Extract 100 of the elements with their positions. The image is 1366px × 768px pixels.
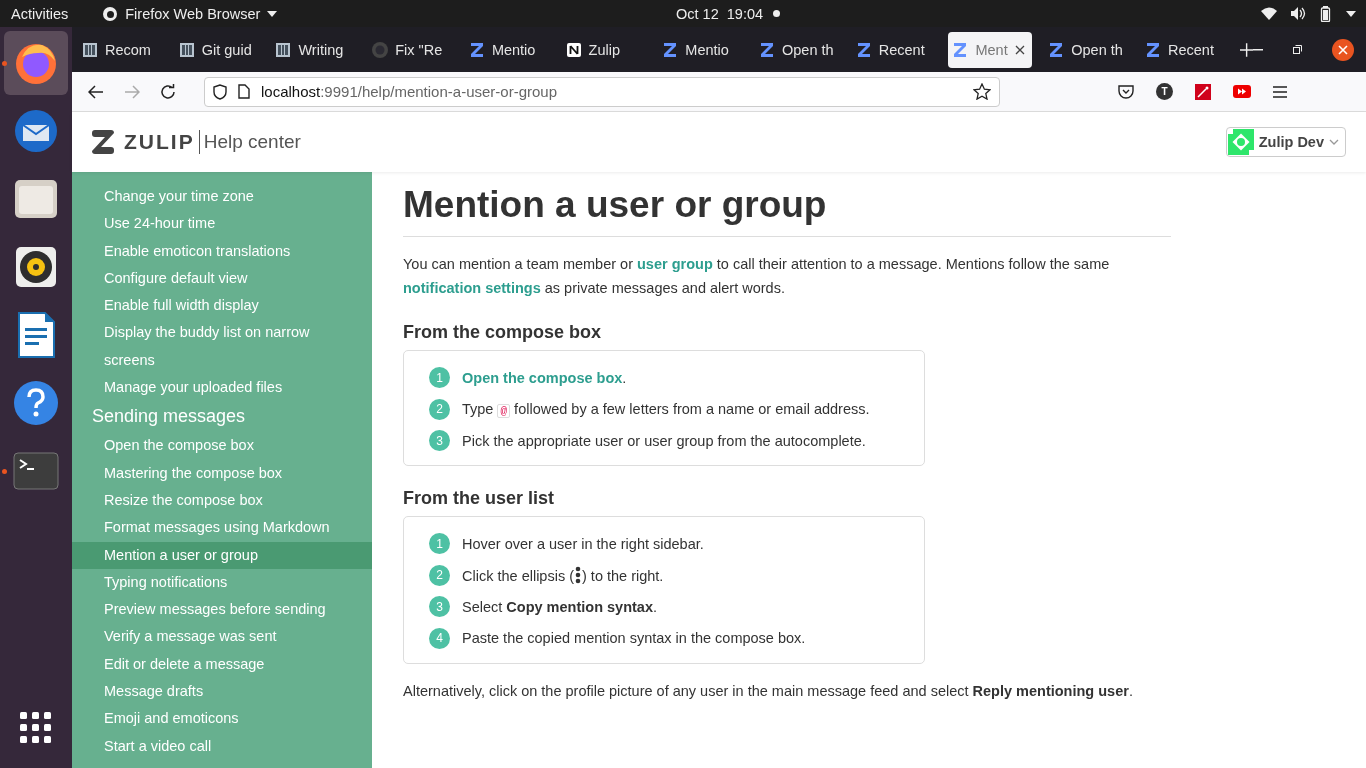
sidebar-link[interactable]: Start a video call bbox=[72, 732, 372, 760]
site-title: Help center bbox=[203, 131, 301, 153]
intro-paragraph: You can mention a team member or user group to call their attention to a message. Mentions follow the same notification settings as private messages and alert words. bbox=[403, 255, 1111, 298]
sidebar-link[interactable]: Use 24-hour time bbox=[72, 210, 372, 238]
help-icon bbox=[13, 380, 59, 426]
sidebar-heading[interactable]: Sending messages bbox=[72, 401, 372, 433]
close-icon[interactable] bbox=[1014, 44, 1025, 55]
article-title: Mention a user or group bbox=[403, 184, 1171, 237]
zulip-icon bbox=[662, 41, 679, 58]
caret-icon bbox=[267, 10, 278, 17]
step-text: Type @ followed by a few letters from a name or email address. bbox=[462, 401, 870, 417]
fast-forward-icon[interactable] bbox=[1233, 85, 1251, 98]
sidebar-link[interactable]: Typing notifications bbox=[72, 568, 372, 597]
shield-icon[interactable] bbox=[213, 83, 227, 100]
step-number: 4 bbox=[429, 627, 450, 649]
browser-tab[interactable]: Zulip bbox=[561, 31, 647, 68]
sidebar-link[interactable]: Configure default view bbox=[72, 264, 372, 293]
wifi-icon[interactable] bbox=[1261, 7, 1277, 20]
browser-tab[interactable]: Ment bbox=[948, 31, 1033, 68]
sidebar-link[interactable]: Emoji and emoticons bbox=[72, 705, 372, 733]
magic-wand-icon[interactable] bbox=[1195, 83, 1211, 100]
book-icon bbox=[178, 41, 195, 58]
browser-tab[interactable]: Mentio bbox=[464, 31, 550, 68]
link[interactable]: notification settings bbox=[403, 279, 541, 296]
running-indicator-icon bbox=[2, 61, 7, 66]
sidebar-link[interactable]: Edit or delete a message bbox=[72, 650, 372, 679]
avatar-icon bbox=[1227, 129, 1254, 155]
page-icon[interactable] bbox=[238, 84, 250, 99]
mail-icon bbox=[12, 107, 60, 155]
sidebar-link[interactable]: Enable emoticon translations bbox=[72, 237, 372, 265]
sidebar-link[interactable]: Resize the compose box bbox=[72, 486, 372, 515]
zulip-icon bbox=[468, 41, 485, 58]
new-tab-icon[interactable] bbox=[1239, 42, 1253, 57]
logo-icon[interactable] bbox=[92, 130, 114, 154]
notion-icon bbox=[565, 41, 582, 58]
step-number: 2 bbox=[429, 564, 450, 586]
step-number: 3 bbox=[429, 596, 450, 617]
browser-tab[interactable]: Recent bbox=[1140, 31, 1226, 68]
step-number: 1 bbox=[429, 533, 450, 554]
zulip-icon bbox=[759, 41, 776, 58]
step-text: Paste the copied mention syntax in the compose box. bbox=[462, 630, 806, 646]
chevron-down-icon bbox=[1329, 139, 1339, 145]
link[interactable]: user group bbox=[637, 256, 713, 272]
clock[interactable]: Oct 12 19:04 bbox=[676, 5, 764, 22]
step-text: Open the compose box. bbox=[462, 369, 627, 386]
step-number: 1 bbox=[429, 367, 450, 388]
zulip-icon bbox=[855, 41, 872, 58]
battery-icon[interactable] bbox=[1320, 5, 1332, 22]
grid-icon bbox=[20, 712, 52, 744]
zulip-icon bbox=[952, 41, 969, 58]
sidebar-link[interactable]: Display the buddy list on narrow screens bbox=[72, 319, 372, 375]
sidebar-link[interactable]: Message drafts bbox=[72, 678, 372, 706]
browser-tab[interactable]: Fix "Re bbox=[368, 31, 453, 68]
sidebar-link[interactable]: Preview messages before sending bbox=[72, 596, 372, 624]
star-icon[interactable] bbox=[973, 83, 991, 100]
close-icon[interactable] bbox=[1332, 38, 1354, 61]
volume-icon[interactable] bbox=[1291, 7, 1306, 20]
browser-tab[interactable]: Recom bbox=[78, 31, 163, 68]
step-number: 2 bbox=[429, 398, 450, 420]
browser-tab[interactable]: Recent bbox=[851, 31, 937, 68]
caret-icon[interactable] bbox=[1346, 10, 1356, 17]
app-icon bbox=[102, 5, 119, 22]
sidebar-link[interactable]: Open the compose box bbox=[72, 432, 372, 460]
book-icon bbox=[275, 41, 292, 58]
app-menu[interactable]: Firefox Web Browser bbox=[102, 5, 278, 22]
menu-icon[interactable] bbox=[1273, 85, 1287, 98]
sidebar-link[interactable]: Mention a user or group bbox=[72, 541, 372, 569]
notification-dot-icon bbox=[773, 10, 781, 17]
step-text: Select Copy mention syntax. bbox=[462, 598, 657, 615]
speaker-icon bbox=[14, 245, 58, 289]
activities-button[interactable]: Activities bbox=[11, 5, 69, 22]
logo-wordmark[interactable]: ZULIP bbox=[124, 130, 200, 154]
zulip-icon bbox=[1144, 41, 1161, 58]
sidebar-link[interactable]: Manage your uploaded files bbox=[72, 374, 372, 402]
browser-tab[interactable]: Mentio bbox=[658, 31, 744, 68]
book-icon bbox=[82, 41, 98, 58]
reload-icon[interactable] bbox=[160, 83, 176, 100]
document-icon bbox=[16, 311, 56, 359]
terminal-icon bbox=[13, 452, 59, 490]
sidebar-link[interactable]: Format messages using Markdown bbox=[72, 514, 372, 542]
organization-button[interactable]: Zulip Dev bbox=[1225, 127, 1346, 157]
note-paragraph: Alternatively, click on the profile picture of any user in the main message feed and select Reply mentioning user. bbox=[403, 681, 1134, 701]
back-icon[interactable] bbox=[88, 84, 104, 99]
step-number: 3 bbox=[429, 430, 450, 451]
account-button[interactable]: T bbox=[1156, 83, 1173, 100]
browser-tab[interactable]: Open th bbox=[1044, 31, 1129, 68]
sidebar-link[interactable]: Enable full width display bbox=[72, 292, 372, 320]
pocket-icon[interactable] bbox=[1118, 84, 1134, 99]
browser-tab[interactable]: Writing bbox=[271, 31, 357, 68]
section-heading: From the user list bbox=[403, 488, 556, 509]
sidebar-link[interactable]: Change your time zone bbox=[72, 183, 372, 211]
browser-tab[interactable]: Open th bbox=[755, 31, 840, 68]
section-heading: From the compose box bbox=[403, 322, 603, 343]
browser-tab[interactable]: Git guid bbox=[174, 31, 260, 68]
step-text: Pick the appropriate user or user group from the autocomplete. bbox=[462, 432, 866, 449]
restore-icon[interactable] bbox=[1293, 45, 1302, 54]
address-bar[interactable]: localhost:9991/help/mention-a-user-or-group bbox=[204, 76, 1000, 107]
sidebar-link[interactable]: Verify a message was sent bbox=[72, 623, 372, 651]
sidebar-link[interactable]: Mastering the compose box bbox=[72, 459, 372, 487]
minimize-icon[interactable] bbox=[1253, 48, 1263, 51]
